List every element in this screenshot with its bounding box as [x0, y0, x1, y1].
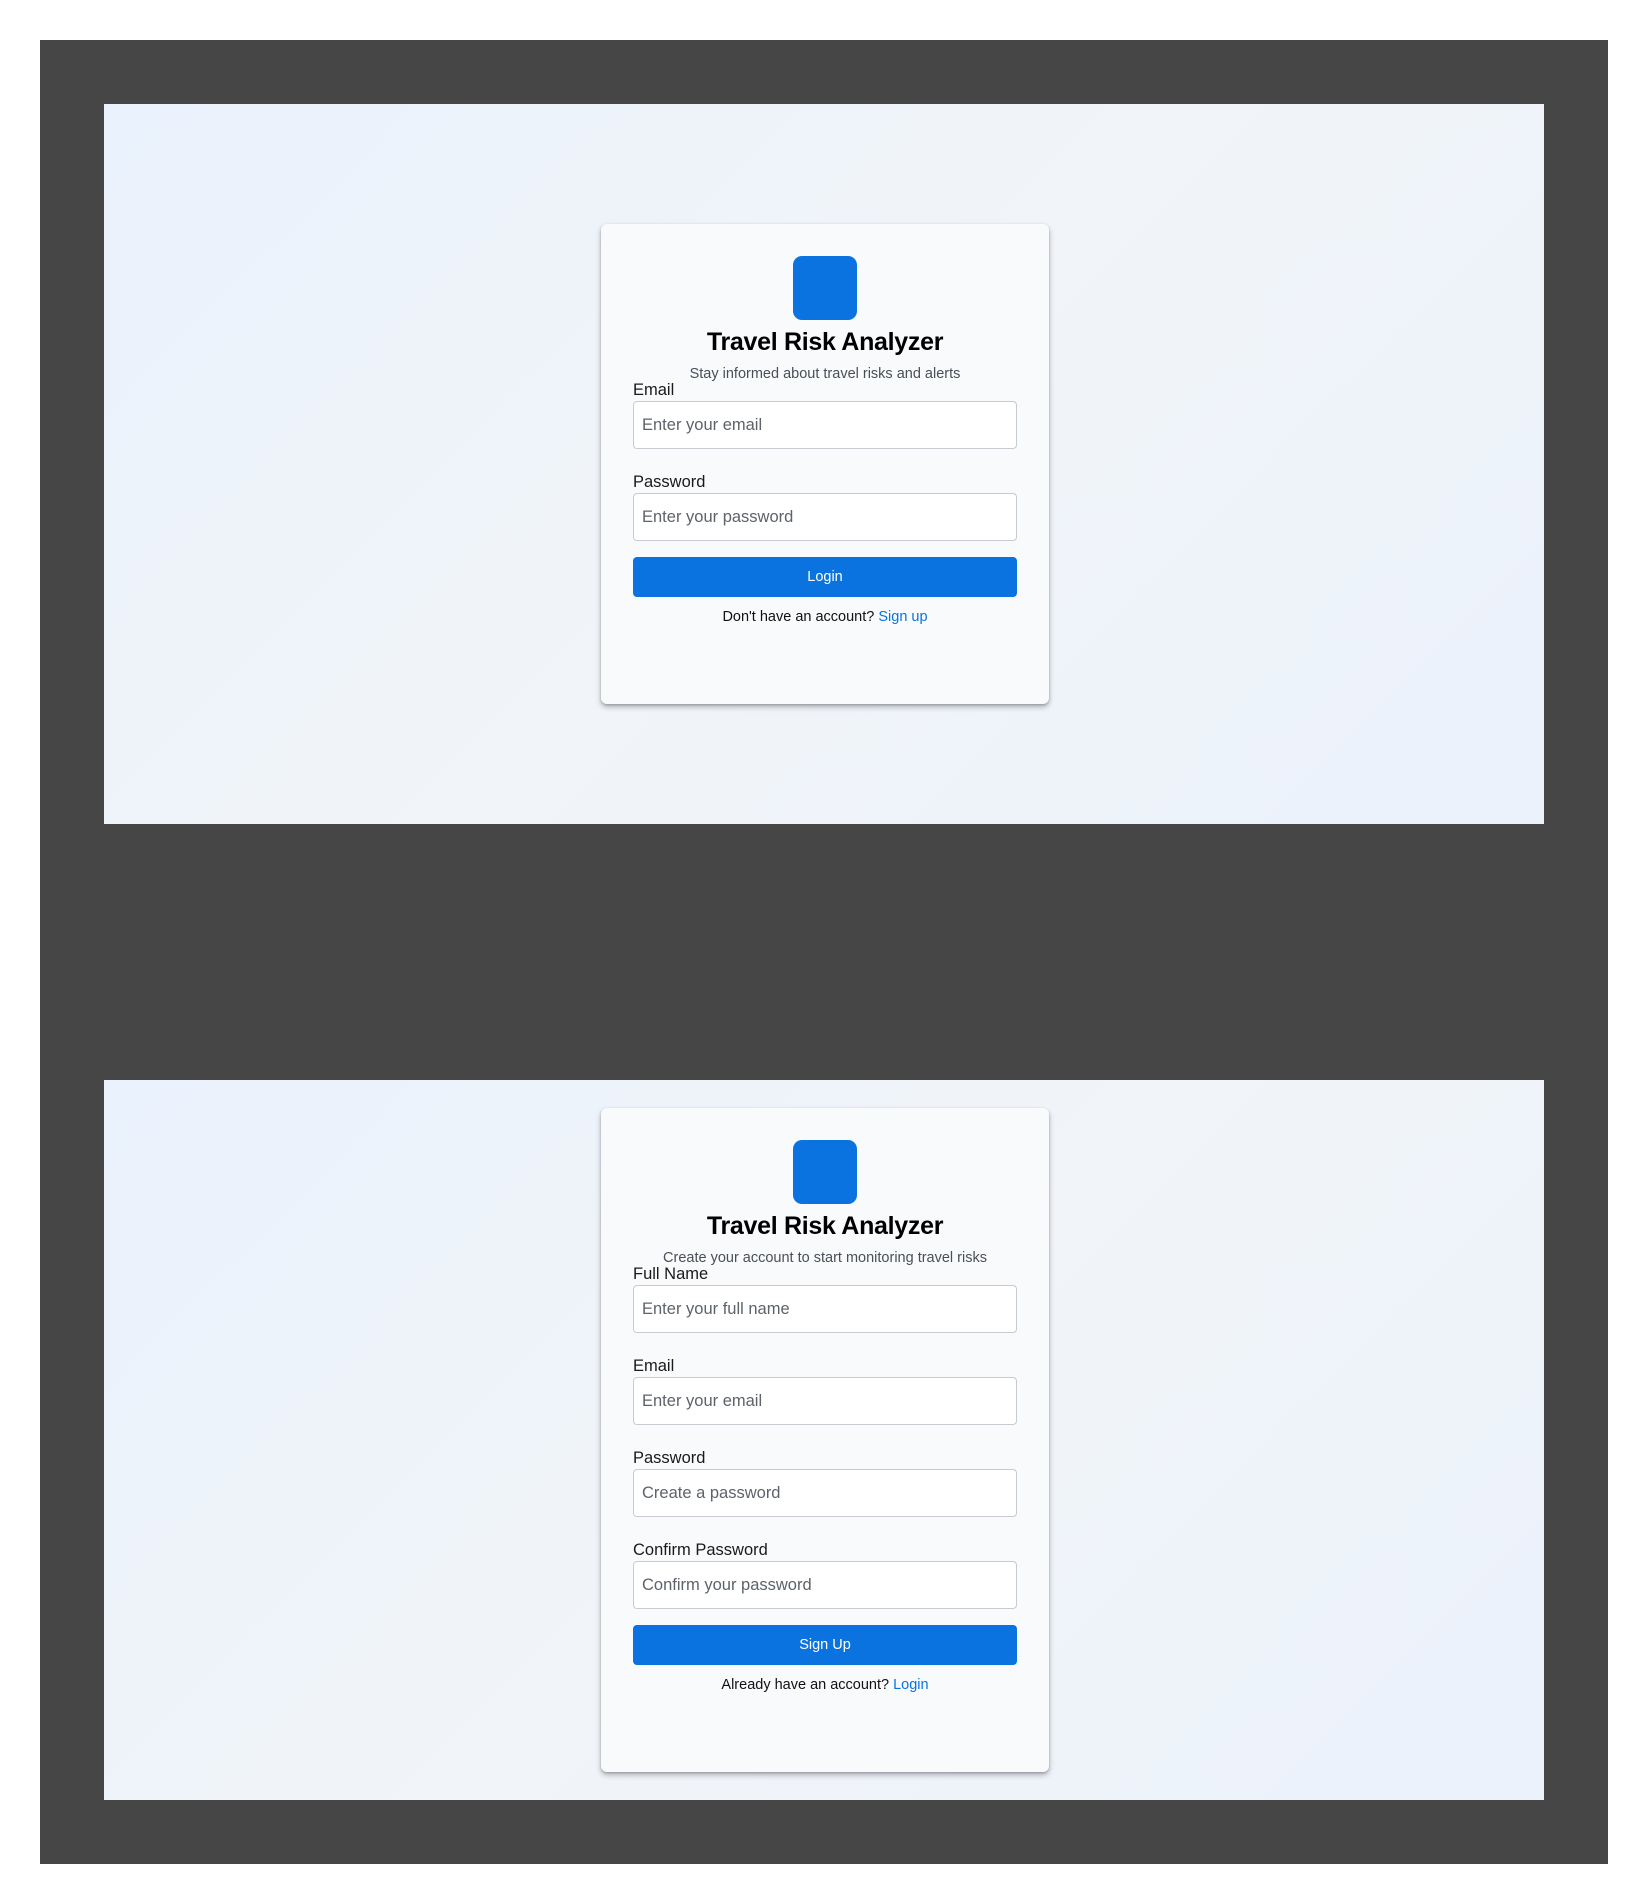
login-card: Travel Risk Analyzer Stay informed about… — [601, 224, 1049, 704]
signup-prompt: Don't have an account? Sign up — [601, 609, 1049, 625]
password-input[interactable] — [633, 1469, 1017, 1517]
app-title: Travel Risk Analyzer — [706, 1212, 944, 1240]
email-input[interactable] — [633, 1377, 1017, 1425]
email-label: Email — [633, 381, 675, 399]
confirm-password-label: Confirm Password — [633, 1541, 768, 1559]
signup-subtitle: Create your account to start monitoring … — [663, 1250, 987, 1266]
login-screen: Travel Risk Analyzer Stay informed about… — [104, 104, 1544, 824]
signup-card: Travel Risk Analyzer Create your account… — [601, 1108, 1049, 1772]
confirm-password-input[interactable] — [633, 1561, 1017, 1609]
email-input[interactable] — [633, 401, 1017, 449]
signup-button[interactable]: Sign Up — [633, 1625, 1017, 1665]
full-name-input[interactable] — [633, 1285, 1017, 1333]
email-label: Email — [633, 1357, 675, 1375]
signup-screen: Travel Risk Analyzer Create your account… — [104, 1080, 1544, 1800]
password-label: Password — [633, 1449, 706, 1467]
app-title: Travel Risk Analyzer — [706, 328, 944, 356]
password-input[interactable] — [633, 493, 1017, 541]
mockup-board: Travel Risk Analyzer Stay informed about… — [40, 40, 1608, 1864]
login-prompt: Already have an account? Login — [601, 1677, 1049, 1693]
app-logo-icon — [793, 1140, 857, 1204]
login-button[interactable]: Login — [633, 557, 1017, 597]
app-logo-icon — [793, 256, 857, 320]
login-subtitle: Stay informed about travel risks and ale… — [689, 366, 961, 382]
login-prompt-text: Already have an account? — [721, 1677, 890, 1693]
full-name-label: Full Name — [633, 1265, 709, 1283]
signup-link[interactable]: Sign up — [878, 609, 927, 625]
signup-prompt-text: Don't have an account? — [722, 609, 875, 625]
login-link[interactable]: Login — [893, 1677, 928, 1693]
password-label: Password — [633, 473, 706, 491]
